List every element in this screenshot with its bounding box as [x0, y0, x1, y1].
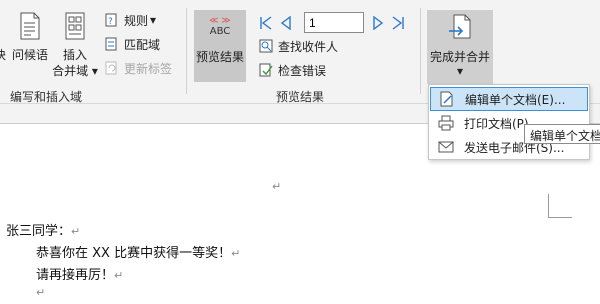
check-errors-label: 检查错误	[278, 63, 327, 78]
finish-merge-menu: 编辑单个文档(E)... 打印文档(P)... 发送电子邮件(S)...	[428, 84, 590, 160]
menu-item-edit-documents-label: 编辑单个文档(E)...	[465, 92, 566, 107]
update-labels-icon	[104, 60, 120, 76]
preview-group-label: 预览结果	[276, 90, 325, 104]
group-separator	[186, 8, 187, 94]
update-labels-button[interactable]: 更新标签	[104, 58, 172, 78]
rules-label: 规则	[124, 13, 149, 28]
greeting-line-label: 问候语	[11, 48, 48, 62]
last-record-icon[interactable]	[388, 13, 408, 33]
finish-merge-icon	[448, 14, 472, 45]
rules-icon: ?	[104, 12, 120, 28]
update-labels-label: 更新标签	[124, 61, 173, 76]
preview-abc-text: ABC	[209, 26, 231, 37]
match-fields-label: 匹配域	[124, 37, 161, 52]
previous-record-icon[interactable]	[276, 13, 296, 33]
preview-results-label: 预览结果	[195, 50, 244, 64]
chevron-down-icon: ▾	[456, 64, 464, 78]
insert-merge-field-label-2: 合并域 ▾	[52, 62, 98, 79]
menu-item-edit-documents[interactable]: 编辑单个文档(E)...	[430, 87, 588, 111]
record-navigation	[256, 12, 296, 34]
paragraph-mark: ↵	[231, 247, 241, 260]
greeting-line-button[interactable]: 问候语	[10, 10, 50, 80]
finish-merge-label: 完成并合并	[429, 50, 490, 64]
paragraph-mark: ↵	[272, 180, 282, 193]
preview-arrows-icon: ≪ ≫	[209, 16, 231, 26]
match-fields-button[interactable]: 匹配域	[104, 34, 160, 54]
doc-line-3-text: 请再接再厉！	[36, 268, 115, 283]
chevron-down-icon: ▾	[150, 13, 157, 27]
page-margin-marker	[548, 194, 572, 218]
doc-line-1: 张三同学：↵	[6, 220, 80, 239]
find-recipient-icon	[258, 38, 274, 54]
edit-document-icon	[437, 90, 457, 108]
record-navigation-next	[368, 12, 408, 34]
find-recipient-label: 查找收件人	[278, 39, 339, 54]
tooltip: 编辑单个文档	[524, 124, 600, 144]
doc-line-2-text: 恭喜你在 XX 比赛中获得一等奖！	[36, 246, 232, 261]
insert-merge-field-icon	[63, 12, 87, 43]
svg-text:?: ?	[108, 17, 113, 27]
record-number-input[interactable]	[304, 12, 364, 33]
insert-merge-field-label-1: 插入	[62, 48, 87, 62]
preview-results-icon: ≪ ≫ ABC	[209, 16, 231, 38]
find-recipient-button[interactable]: 查找收件人	[258, 36, 338, 56]
paragraph-mark: ↵	[114, 269, 124, 282]
check-errors-button[interactable]: 检查错误	[258, 60, 326, 80]
insert-merge-field-label-text: 合并域	[52, 64, 89, 78]
group-separator	[420, 8, 421, 94]
doc-line-2: 恭喜你在 XX 比赛中获得一等奖！↵	[36, 242, 240, 261]
chevron-down-icon: ▾	[91, 64, 98, 78]
doc-line-1-text: 张三同学：	[6, 224, 72, 239]
paragraph-mark: ↵	[36, 286, 46, 299]
printer-icon	[436, 114, 456, 132]
first-record-icon[interactable]	[256, 13, 276, 33]
match-fields-icon	[104, 36, 120, 52]
insert-merge-field-button[interactable]: 插入 合并域 ▾	[52, 10, 98, 80]
next-record-icon[interactable]	[368, 13, 388, 33]
preview-results-button[interactable]: ≪ ≫ ABC 预览结果	[194, 10, 246, 82]
check-errors-icon	[258, 62, 274, 78]
email-icon	[436, 138, 456, 156]
paragraph-mark: ↵	[71, 225, 81, 238]
tooltip-text: 编辑单个文档	[530, 129, 600, 143]
rules-button[interactable]: ? 规则 ▾	[104, 10, 156, 30]
doc-line-3: 请再接再厉！↵	[36, 264, 123, 283]
finish-merge-button[interactable]: 完成并合并 ▾	[427, 10, 493, 84]
greeting-line-icon	[19, 12, 41, 43]
write-insert-group-label: 编写和插入域	[10, 90, 83, 104]
